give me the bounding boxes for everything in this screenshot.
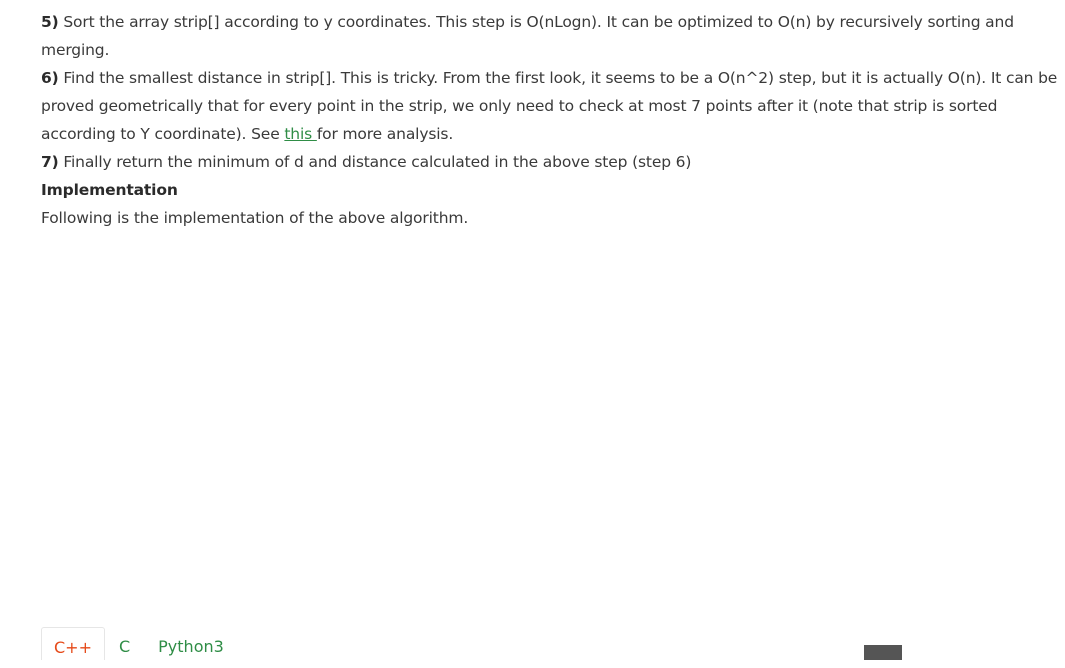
analysis-link[interactable]: this	[284, 125, 316, 143]
step-7-number: 7)	[41, 153, 59, 171]
step-5-paragraph: 5) Sort the array strip[] according to y…	[41, 8, 1065, 64]
step-7-paragraph: 7) Finally return the minimum of d and d…	[41, 148, 1065, 176]
tab-c[interactable]: C	[105, 627, 144, 660]
step-5-number: 5)	[41, 13, 59, 31]
step-6-paragraph: 6) Find the smallest distance in strip[]…	[41, 64, 1065, 148]
step-5-text: Sort the array strip[] according to y co…	[41, 13, 1014, 59]
step-7-text: Finally return the minimum of d and dist…	[58, 153, 692, 171]
code-toolbar-button[interactable]	[864, 645, 902, 660]
language-tabs: C++ C Python3	[41, 627, 238, 660]
tab-cpp[interactable]: C++	[41, 627, 105, 660]
step-6-text-end: for more analysis.	[316, 125, 454, 143]
step-6-text: Find the smallest distance in strip[]. T…	[41, 69, 1058, 143]
implementation-text: Following is the implementation of the a…	[41, 209, 469, 227]
implementation-heading: Implementation	[41, 181, 178, 199]
article-body: 5) Sort the array strip[] according to y…	[41, 8, 1065, 232]
step-6-number: 6)	[41, 69, 59, 87]
tab-python3[interactable]: Python3	[144, 627, 238, 660]
